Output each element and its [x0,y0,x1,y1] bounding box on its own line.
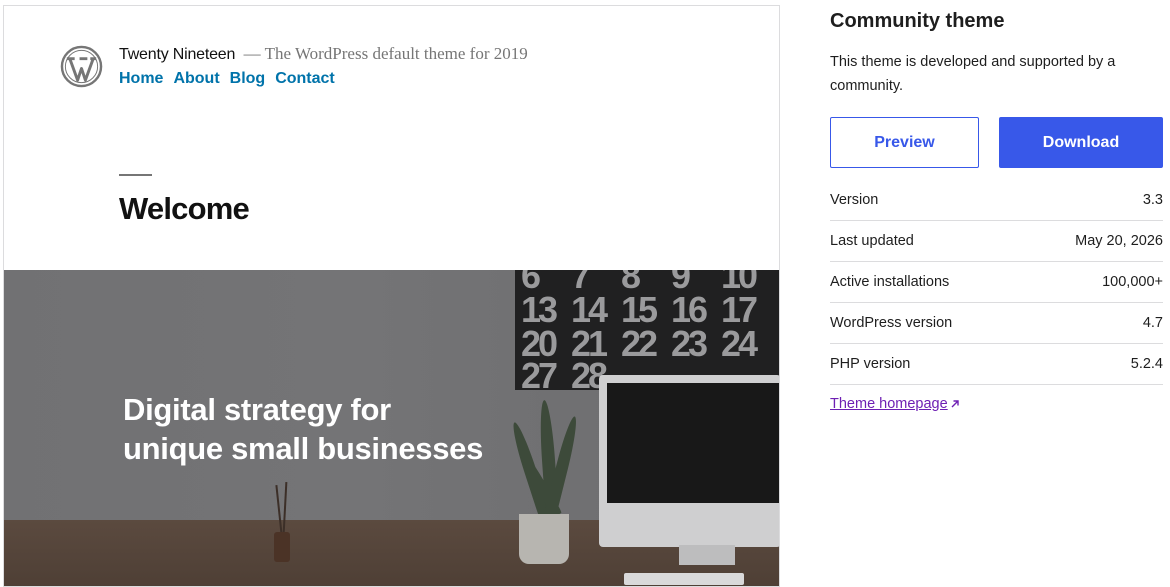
nav-link-about[interactable]: About [173,70,219,88]
meta-value: May 20, 2026 [1075,233,1163,249]
theme-meta-list: Version 3.3 Last updated May 20, 2026 Ac… [830,180,1163,385]
welcome-heading: Welcome [119,191,250,226]
nav-link-home[interactable]: Home [119,70,163,88]
site-title[interactable]: Twenty Nineteen [119,46,235,63]
calendar-number: 27 [521,355,558,391]
meta-row-version: Version 3.3 [830,180,1163,221]
hero-heading-line: unique small businesses [123,431,484,466]
keyboard [624,573,744,585]
meta-value: 100,000+ [1102,274,1163,290]
meta-label: Last updated [830,233,914,249]
nav-link-contact[interactable]: Contact [275,70,335,88]
calendar-number: 24 [721,323,758,364]
external-link-icon [951,400,959,408]
monitor-stand [679,545,735,565]
site-branding: Twenty Nineteen — The WordPress default … [119,44,528,64]
theme-homepage-link[interactable]: Theme homepage [830,396,960,412]
meta-value: 5.2.4 [1130,356,1163,372]
hero-image: 6 7 8 9 10 13 14 15 16 17 20 21 22 23 24 [4,270,779,586]
preview-button[interactable]: Preview [830,117,979,168]
meta-label: Version [830,192,879,208]
hero-heading: Digital strategy for unique small busine… [123,390,483,468]
panel-title: Community theme [830,10,1005,32]
meta-row-php-version: PHP version 5.2.4 [830,344,1163,385]
monitor-screen [607,383,779,503]
meta-label: WordPress version [830,315,953,331]
desk-monitor [599,375,779,547]
diffuser-bottle [274,532,290,562]
plant-pot [519,514,569,564]
hero-heading-line: Digital strategy for [123,392,391,427]
nav-link-blog[interactable]: Blog [230,70,266,88]
meta-value: 4.7 [1142,315,1163,331]
calendar-number: 23 [671,323,708,364]
meta-row-last-updated: Last updated May 20, 2026 [830,221,1163,262]
site-description: — The WordPress default theme for 2019 [243,44,528,63]
meta-value: 3.3 [1142,192,1163,208]
meta-row-active-installations: Active installations 100,000+ [830,262,1163,303]
calendar-number: 22 [621,323,658,364]
welcome-divider [119,174,152,176]
wordpress-logo-icon [60,45,103,88]
theme-homepage-label: Theme homepage [830,396,948,412]
site-navigation: Home About Blog Contact [119,70,335,88]
download-button[interactable]: Download [999,117,1163,168]
meta-row-wordpress-version: WordPress version 4.7 [830,303,1163,344]
meta-label: Active installations [830,274,950,290]
meta-label: PHP version [830,356,911,372]
wall-calendar: 6 7 8 9 10 13 14 15 16 17 20 21 22 23 24 [515,270,779,391]
theme-preview[interactable]: Twenty Nineteen — The WordPress default … [3,5,780,587]
panel-description: This theme is developed and supported by… [830,54,1116,94]
